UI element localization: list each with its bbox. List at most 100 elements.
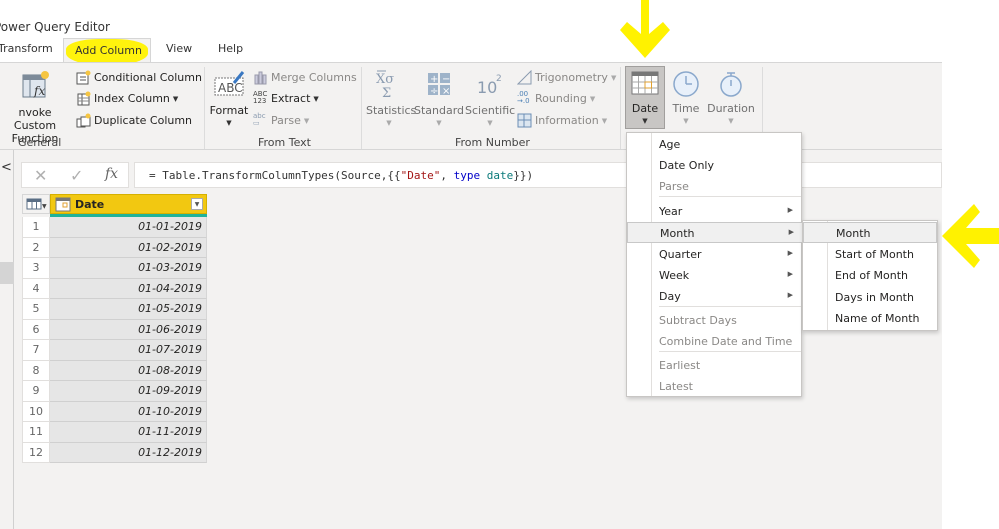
date-cell[interactable]: 01-02-2019 [50, 237, 207, 258]
menu-item-label: Parse [659, 180, 689, 193]
table-row[interactable]: 6 01-06-2019 [22, 319, 207, 340]
row-number[interactable]: 10 [22, 401, 50, 422]
formula-input[interactable]: = Table.TransformColumnTypes(Source,{{"D… [134, 162, 942, 188]
menu-item-parse[interactable]: Parse [627, 176, 801, 197]
date-cell[interactable]: 01-03-2019 [50, 258, 207, 279]
svg-text:Xσ: Xσ [376, 72, 394, 87]
table-row[interactable]: 2 01-02-2019 [22, 237, 207, 258]
row-number[interactable]: 11 [22, 422, 50, 443]
menu-item-latest[interactable]: Latest [627, 376, 801, 397]
column-filter-dropdown-icon[interactable]: ▼ [191, 198, 203, 210]
row-number[interactable]: 7 [22, 340, 50, 361]
table-row[interactable]: 3 01-03-2019 [22, 258, 207, 279]
grid-header: ▼ Date ▼ [22, 194, 207, 217]
row-number[interactable]: 2 [22, 237, 50, 258]
date-cell[interactable]: 01-05-2019 [50, 299, 207, 320]
format-button[interactable]: ABC Format ▼ [208, 69, 250, 130]
column-header-date[interactable]: Date ▼ [50, 194, 207, 214]
date-cell[interactable]: 01-04-2019 [50, 278, 207, 299]
group-separator [361, 67, 362, 149]
date-type-icon[interactable] [55, 197, 71, 212]
menu-item-earliest[interactable]: Earliest [627, 355, 801, 376]
table-row[interactable]: 4 01-04-2019 [22, 278, 207, 299]
submenu-item-name-of-month[interactable]: Name of Month [803, 308, 937, 329]
date-cell[interactable]: 01-12-2019 [50, 442, 207, 463]
menu-item-year[interactable]: Year ▶ [627, 201, 801, 222]
time-button[interactable]: Time ▼ [666, 70, 706, 128]
menu-item-week[interactable]: Week ▶ [627, 265, 801, 286]
svg-text:ABC: ABC [218, 81, 243, 95]
table-row[interactable]: 5 01-05-2019 [22, 299, 207, 320]
date-cell[interactable]: 01-11-2019 [50, 422, 207, 443]
trigonometry-button[interactable]: Trigonometry ▼ [516, 69, 616, 85]
date-cell[interactable]: 01-01-2019 [50, 217, 207, 238]
merge-columns-button[interactable]: Merge Columns [253, 70, 357, 85]
extract-button[interactable]: ABC 123 Extract ▼ [253, 91, 319, 106]
title-bar: Power Query Editor [0, 0, 942, 38]
menu-item-day[interactable]: Day ▶ [627, 286, 801, 307]
information-label: Information [535, 114, 599, 127]
cancel-formula-icon[interactable]: ✕ [34, 166, 47, 185]
duplicate-column-button[interactable]: Duplicate Column [76, 113, 192, 128]
row-number[interactable]: 1 [22, 217, 50, 238]
table-row[interactable]: 12 01-12-2019 [22, 442, 207, 463]
menu-item-combine-date-and-time[interactable]: Combine Date and Time [627, 331, 801, 352]
parse-button[interactable]: abc ▭ Parse ▼ [253, 113, 309, 128]
row-number[interactable]: 6 [22, 319, 50, 340]
row-number[interactable]: 9 [22, 381, 50, 402]
chevron-down-icon: ▼ [386, 119, 392, 127]
row-number[interactable]: 12 [22, 442, 50, 463]
row-number[interactable]: 3 [22, 258, 50, 279]
table-row[interactable]: 8 01-08-2019 [22, 360, 207, 381]
duration-button[interactable]: Duration ▼ [707, 70, 755, 128]
trigonometry-label: Trigonometry [535, 71, 608, 84]
date-cell[interactable]: 01-09-2019 [50, 381, 207, 402]
standard-button[interactable]: + − ÷ × Standard ▼ [414, 69, 464, 130]
menu-item-label: Combine Date and Time [659, 335, 793, 348]
submenu-item-end-of-month[interactable]: End of Month [803, 265, 937, 286]
table-row[interactable]: 9 01-09-2019 [22, 381, 207, 402]
queries-pane-scroll-thumb[interactable] [0, 262, 14, 284]
svg-text:×: × [442, 86, 450, 97]
menu-item-month[interactable]: Month ▶ [627, 222, 803, 243]
menu-item-subtract-days[interactable]: Subtract Days [627, 310, 801, 331]
rounding-button[interactable]: .00 →.0 Rounding ▼ [517, 91, 595, 106]
date-cell[interactable]: 01-06-2019 [50, 319, 207, 340]
table-row[interactable]: 10 01-10-2019 [22, 401, 207, 422]
svg-text:2: 2 [496, 74, 502, 84]
merge-columns-label: Merge Columns [271, 71, 357, 84]
menu-item-date-only[interactable]: Date Only [627, 155, 801, 176]
table-row[interactable]: 7 01-07-2019 [22, 340, 207, 361]
date-button-content[interactable]: Date ▼ [625, 70, 665, 128]
index-column-button[interactable]: Index Column ▼ [76, 91, 178, 106]
confirm-formula-icon[interactable]: ✓ [70, 166, 83, 185]
menu-item-quarter[interactable]: Quarter ▶ [627, 244, 801, 265]
conditional-column-button[interactable]: Conditional Column [76, 70, 202, 85]
date-cell[interactable]: 01-07-2019 [50, 340, 207, 361]
statistics-button[interactable]: Xσ Σ Statistics ▼ [366, 69, 416, 130]
tab-add-column-label[interactable]: Add Column [75, 44, 142, 57]
table-row[interactable]: 11 01-11-2019 [22, 422, 207, 443]
submenu-item-month[interactable]: Month [803, 222, 937, 243]
tab-view[interactable]: View [166, 42, 192, 55]
menu-item-label: Subtract Days [659, 314, 737, 327]
row-number[interactable]: 5 [22, 299, 50, 320]
information-button[interactable]: Information ▼ [517, 113, 607, 128]
row-number[interactable]: 4 [22, 278, 50, 299]
formula-keyword: type [453, 169, 481, 182]
menu-item-age[interactable]: Age [627, 134, 801, 155]
scientific-button[interactable]: 10 2 Scientific ▼ [465, 69, 515, 130]
invoke-custom-function-button[interactable]: fx nvoke Custom Function [0, 69, 70, 145]
menu-item-label: Date Only [659, 159, 714, 172]
date-cell[interactable]: 01-08-2019 [50, 360, 207, 381]
expand-queries-pane-icon[interactable]: < [1, 160, 12, 175]
submenu-item-start-of-month[interactable]: Start of Month [803, 244, 937, 265]
table-row[interactable]: 1 01-01-2019 [22, 217, 207, 238]
table-menu-button[interactable]: ▼ [22, 194, 50, 214]
tab-transform[interactable]: Transform [0, 42, 53, 55]
fx-icon[interactable]: fx [105, 166, 118, 182]
row-number[interactable]: 8 [22, 360, 50, 381]
submenu-item-days-in-month[interactable]: Days in Month [803, 287, 937, 308]
date-cell[interactable]: 01-10-2019 [50, 401, 207, 422]
tab-help[interactable]: Help [218, 42, 243, 55]
